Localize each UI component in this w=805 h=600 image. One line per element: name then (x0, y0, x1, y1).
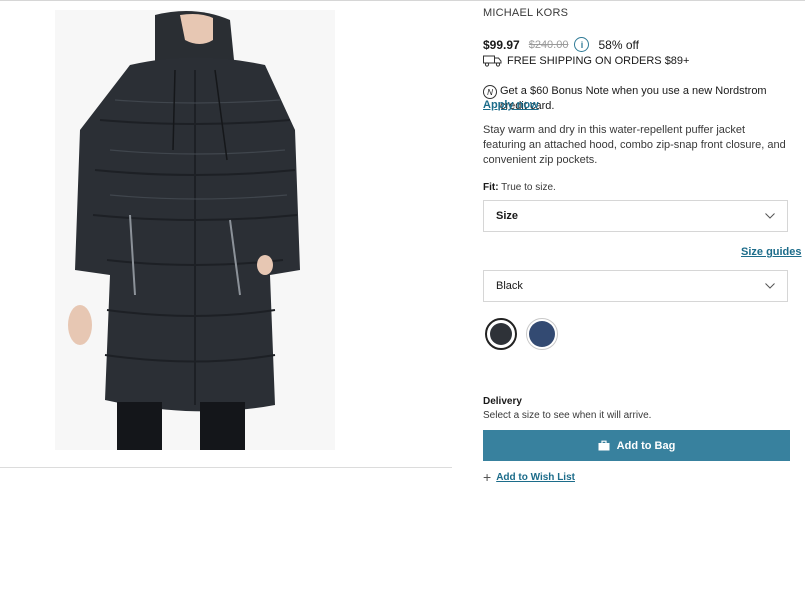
swatch-fill (490, 323, 512, 345)
color-swatch-black[interactable] (485, 318, 517, 350)
product-image-area (0, 0, 452, 468)
add-to-bag-label: Add to Bag (616, 439, 676, 452)
size-select-value: Size (496, 210, 519, 222)
original-price: $240.00 (528, 38, 569, 51)
product-description: Stay warm and dry in this water-repellen… (483, 124, 786, 166)
product-image[interactable] (55, 10, 335, 450)
shipping-row: FREE SHIPPING ON ORDERS $89+ (483, 55, 790, 67)
truck-icon (483, 55, 502, 67)
size-guides-link[interactable]: Size guides (741, 246, 802, 258)
info-icon[interactable]: i (574, 37, 590, 52)
add-to-bag-button[interactable]: Add to Bag (483, 430, 790, 461)
promo-text: Get a $60 Bonus Note when you use a new … (500, 85, 767, 112)
color-select-value: Black (496, 280, 523, 292)
brand-name[interactable]: MICHAEL KORS (483, 7, 790, 19)
fit-info: Fit: True to size. (483, 182, 790, 193)
size-select[interactable]: Size (483, 200, 788, 232)
delivery-title: Delivery (483, 396, 522, 407)
chevron-down-icon (765, 213, 775, 219)
swatch-fill (529, 321, 555, 347)
sale-price: $99.97 (483, 37, 520, 52)
fit-value: True to size. (501, 182, 556, 193)
color-swatch-navy[interactable] (526, 318, 558, 350)
plus-icon: + (483, 469, 492, 485)
product-page: MICHAEL KORS $99.97 $240.00 i 58% off FR… (0, 0, 805, 600)
apply-now-link[interactable]: Apply now (483, 99, 539, 111)
color-select[interactable]: Black (483, 270, 788, 302)
fit-label: Fit: (483, 182, 499, 193)
delivery-subtitle: Select a size to see when it will arrive… (483, 410, 652, 421)
image-divider (0, 467, 452, 468)
wish-list-label: Add to Wish List (496, 471, 575, 483)
add-to-wish-list[interactable]: + Add to Wish List (483, 469, 575, 485)
shipping-text: FREE SHIPPING ON ORDERS $89+ (507, 55, 690, 67)
discount-label: 58% off (598, 37, 639, 52)
bag-icon (598, 440, 610, 451)
nordstrom-card-icon: N (483, 85, 497, 99)
chevron-down-icon (765, 283, 775, 289)
price-row: $99.97 $240.00 i 58% off (483, 37, 790, 52)
